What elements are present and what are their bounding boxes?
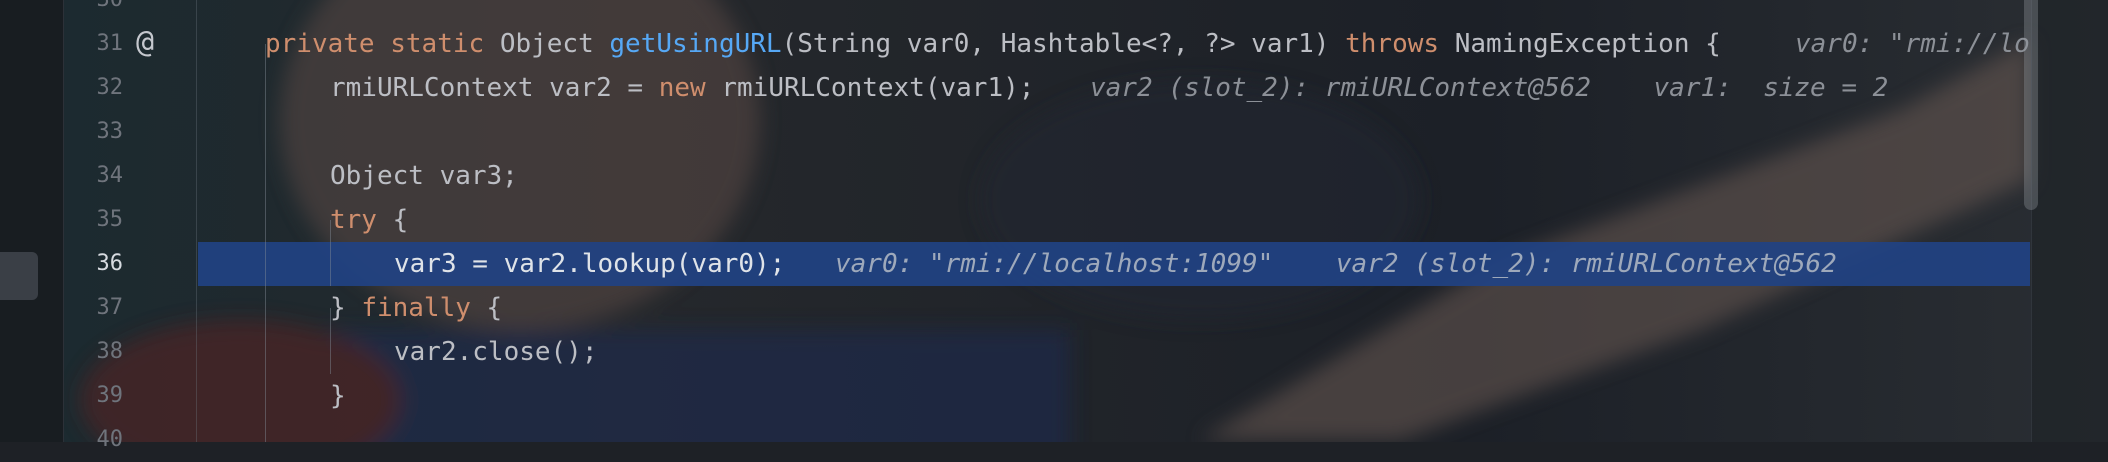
- line-number: 37: [96, 295, 124, 320]
- code-statement[interactable]: try {: [330, 198, 408, 242]
- code-statement[interactable]: var2.close();: [394, 330, 598, 374]
- code-line-39: 39 }: [0, 374, 2030, 418]
- keyword-try: try: [330, 205, 377, 235]
- code-text: rmiURLContext var2 =: [330, 73, 659, 103]
- code-line-33: 33: [0, 110, 2030, 154]
- code-statement[interactable]: }: [330, 374, 346, 418]
- method-name[interactable]: getUsingURL: [609, 29, 781, 59]
- parameters: (String var0, Hashtable<?, ?> var1): [781, 29, 1330, 59]
- line-number: 36: [96, 251, 124, 276]
- code-line-38: 38 var2.close();: [0, 330, 2030, 374]
- keyword-private: private: [265, 29, 375, 59]
- code-line-40: 40: [0, 418, 2030, 462]
- method-signature[interactable]: private static Object getUsingURL(String…: [265, 22, 1721, 66]
- inline-debug-hint: var2 (slot_2): rmiURLContext@562 var1: s…: [1090, 73, 1889, 103]
- line-number: 34: [96, 163, 124, 188]
- code-statement[interactable]: rmiURLContext var2 = new rmiURLContext(v…: [330, 66, 1034, 110]
- code-statement[interactable]: var3 = var2.lookup(var0);: [394, 242, 785, 286]
- line-number: 33: [96, 119, 124, 144]
- keyword-finally: finally: [361, 293, 471, 323]
- line-number: 39: [96, 383, 124, 408]
- vertical-scrollbar[interactable]: [2024, 0, 2038, 210]
- override-at-icon[interactable]: @: [136, 25, 154, 61]
- code-statement[interactable]: Object var3;: [330, 154, 518, 198]
- code-text: {: [470, 293, 503, 323]
- indent-guide: [330, 308, 331, 374]
- inline-debug-hint: var0: "rmi://lo: [1795, 29, 2030, 59]
- code-line-32: 32 rmiURLContext var2 = new rmiURLContex…: [0, 66, 2030, 110]
- inline-debug-hint: var0: "rmi://localhost:1099" var2 (slot_…: [835, 249, 1837, 279]
- right-tool-strip: [2031, 0, 2108, 442]
- line-number: 31: [96, 31, 124, 56]
- code-line-36: 36 var3 = var2.lookup(var0); var0: "rmi:…: [0, 242, 2030, 286]
- line-number: 30: [63, 0, 124, 22]
- code-line-30: 30: [0, 0, 2030, 22]
- line-number: 35: [96, 207, 124, 232]
- line-number: 38: [96, 339, 124, 364]
- code-line-31: 31 private static Object getUsingURL(Str…: [0, 22, 2030, 66]
- line-number: 32: [96, 75, 124, 100]
- code-text: }: [330, 293, 362, 323]
- code-line-37: 37 } finally {: [0, 286, 2030, 330]
- return-type: Object: [499, 29, 594, 59]
- keyword-new: new: [658, 73, 706, 103]
- line-number: 40: [96, 427, 124, 452]
- code-text: {: [376, 205, 409, 235]
- exception-type: NamingException {: [1454, 29, 1721, 59]
- code-statement[interactable]: } finally {: [330, 286, 502, 330]
- code-text: rmiURLContext(var1);: [705, 73, 1035, 103]
- code-line-35: 35 try {: [0, 198, 2030, 242]
- indent-guide: [265, 44, 266, 442]
- indent-guide: [330, 220, 331, 286]
- code-line-34: 34 Object var3;: [0, 154, 2030, 198]
- keyword-static: static: [390, 29, 485, 59]
- keyword-throws: throws: [1345, 29, 1440, 59]
